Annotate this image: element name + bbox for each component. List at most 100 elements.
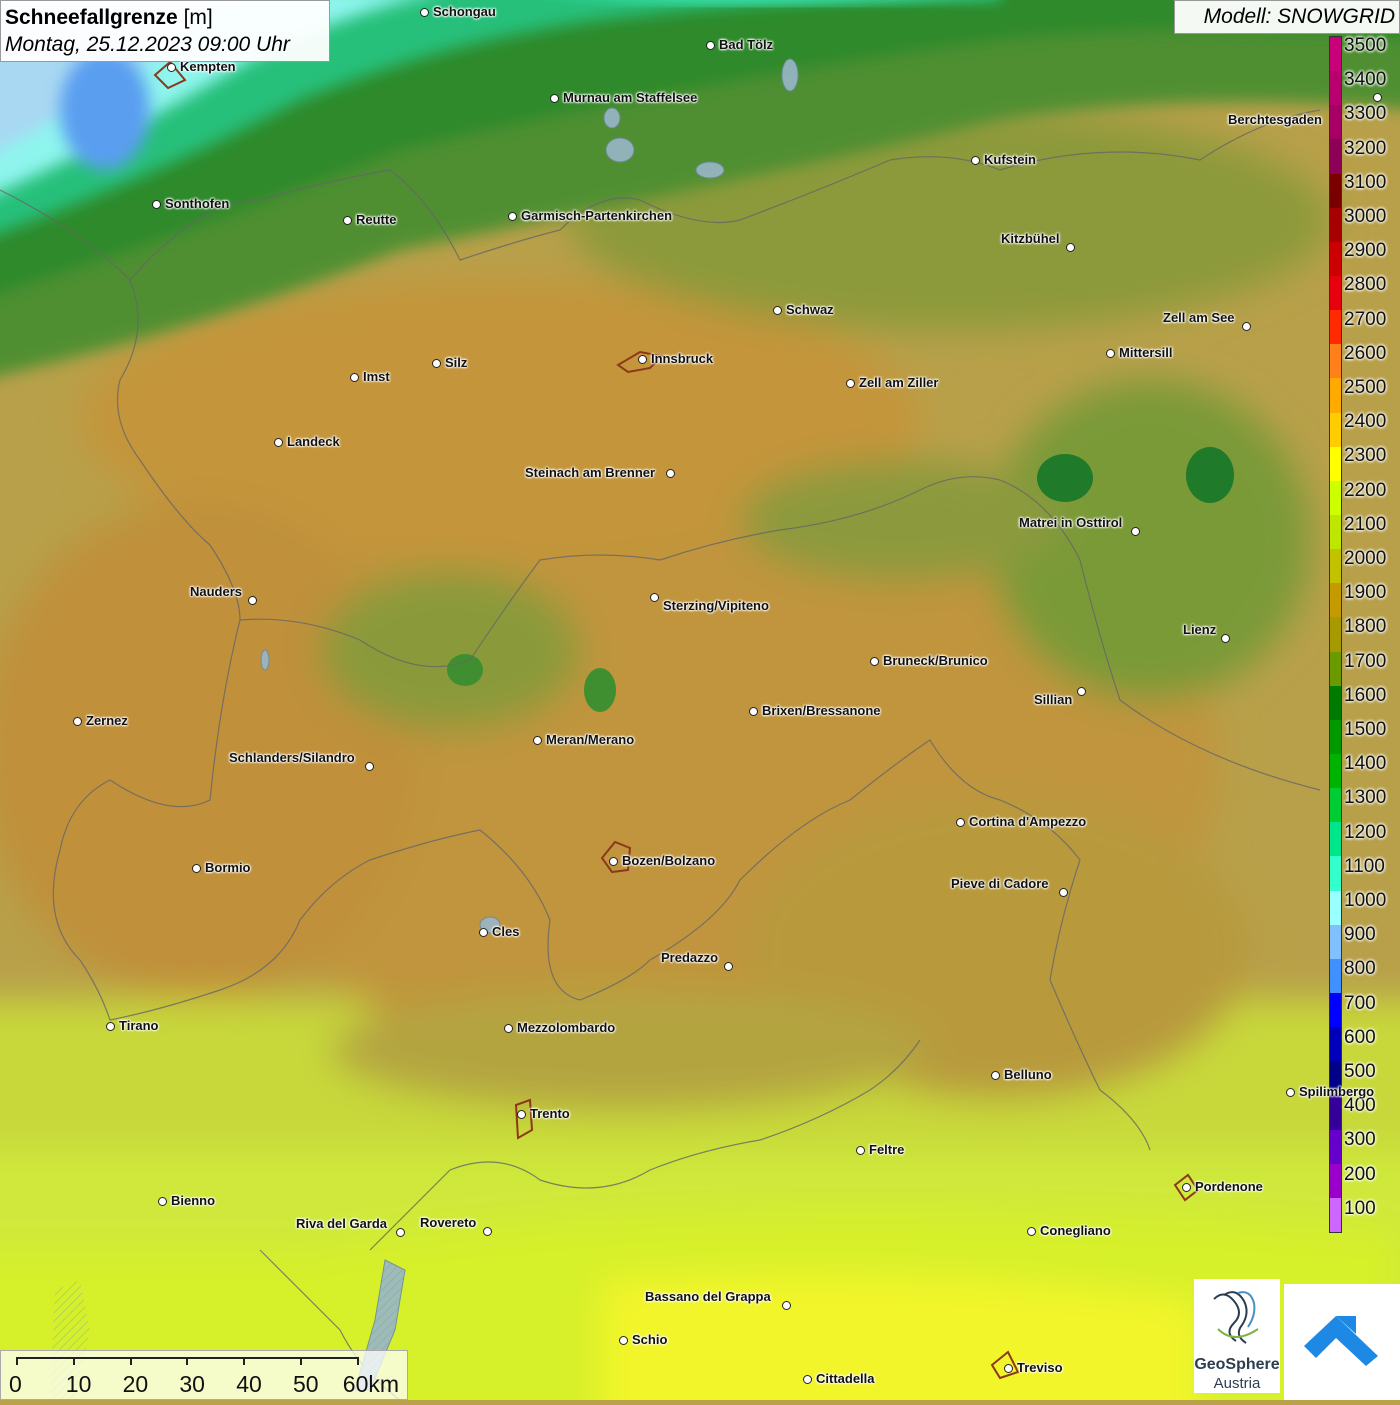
- city-marker[interactable]: [152, 200, 161, 209]
- city-marker[interactable]: [1004, 1364, 1013, 1373]
- city-marker[interactable]: [846, 379, 855, 388]
- legend-color-step: [1330, 617, 1341, 652]
- city-marker[interactable]: [365, 762, 374, 771]
- city-marker[interactable]: [350, 373, 359, 382]
- city-label: Sterzing/Vipiteno: [663, 598, 769, 613]
- city-label: Cittadella: [816, 1371, 875, 1386]
- city-marker[interactable]: [248, 596, 257, 605]
- city-label: Bormio: [205, 860, 251, 875]
- city-marker[interactable]: [856, 1146, 865, 1155]
- city-marker[interactable]: [479, 928, 488, 937]
- legend-color-step: [1330, 1095, 1341, 1130]
- city-marker[interactable]: [773, 306, 782, 315]
- legend-label: 1700: [1344, 650, 1387, 672]
- city-marker[interactable]: [1182, 1183, 1191, 1192]
- city-label: Garmisch-Partenkirchen: [521, 208, 673, 223]
- city-marker[interactable]: [782, 1301, 791, 1310]
- scale-label: 0: [9, 1371, 22, 1397]
- scale-bar: 0 10 20 30 40 50 60km: [0, 1350, 408, 1400]
- city-label: Brixen/Bressanone: [762, 703, 881, 718]
- city-marker[interactable]: [724, 962, 733, 971]
- legend-color-step: [1330, 651, 1341, 686]
- city-marker[interactable]: [73, 717, 82, 726]
- city-marker[interactable]: [167, 63, 176, 72]
- city-label: Schio: [632, 1332, 668, 1347]
- city-label: Predazzo: [661, 950, 719, 965]
- map-date: Montag, 25.12.2023 09:00 Uhr: [5, 33, 290, 56]
- model-label: Modell: SNOWGRID: [1174, 0, 1400, 34]
- city-label: Treviso: [1017, 1360, 1063, 1375]
- scale-tick: [16, 1357, 18, 1365]
- city-marker[interactable]: [274, 438, 283, 447]
- city-marker[interactable]: [666, 469, 675, 478]
- city-label: Mittersill: [1119, 345, 1173, 360]
- city-marker[interactable]: [1077, 687, 1086, 696]
- legend-color-bar: [1329, 36, 1342, 1233]
- city-label: Bad Tölz: [719, 37, 774, 52]
- legend-color-step: [1330, 514, 1341, 550]
- city-marker[interactable]: [550, 94, 559, 103]
- legend-color-step: [1330, 480, 1341, 515]
- legend-label: 600: [1344, 1026, 1376, 1048]
- app-logo[interactable]: [1284, 1284, 1400, 1400]
- scale-label: 30: [179, 1371, 205, 1397]
- city-marker[interactable]: [749, 707, 758, 716]
- city-marker[interactable]: [517, 1110, 526, 1119]
- city-marker[interactable]: [1106, 349, 1115, 358]
- city-marker[interactable]: [483, 1227, 492, 1236]
- city-marker[interactable]: [991, 1071, 1000, 1080]
- city-marker[interactable]: [1286, 1088, 1295, 1097]
- scale-tick: [72, 1357, 75, 1365]
- city-marker[interactable]: [1066, 243, 1075, 252]
- city-marker[interactable]: [803, 1375, 812, 1384]
- city-marker[interactable]: [619, 1336, 628, 1345]
- legend-color-step: [1330, 275, 1341, 311]
- city-label: Nauders: [190, 584, 243, 599]
- city-label: Bozen/Bolzano: [622, 853, 716, 868]
- city-label: Feltre: [869, 1142, 905, 1157]
- city-label: Kufstein: [984, 152, 1036, 167]
- city-marker[interactable]: [106, 1022, 115, 1031]
- legend-color-step: [1330, 924, 1341, 959]
- city-label: Innsbruck: [651, 351, 714, 366]
- city-label: Bassano del Grappa: [645, 1289, 771, 1304]
- city-marker[interactable]: [1131, 527, 1140, 536]
- city-marker[interactable]: [396, 1228, 405, 1237]
- city-label: Bruneck/Brunico: [883, 653, 988, 668]
- city-marker[interactable]: [706, 41, 715, 50]
- city-marker[interactable]: [1242, 322, 1251, 331]
- city-marker[interactable]: [192, 864, 201, 873]
- city-marker[interactable]: [343, 216, 352, 225]
- legend-label: 1600: [1344, 684, 1387, 706]
- legend-color-step: [1330, 685, 1341, 720]
- city-marker[interactable]: [638, 355, 647, 364]
- city-marker[interactable]: [870, 657, 879, 666]
- city-marker[interactable]: [609, 857, 618, 866]
- legend-color-step: [1330, 105, 1341, 140]
- city-label: Landeck: [287, 434, 340, 449]
- color-legend: 3500 3400 3300 3200 3100 3000 2900 2800 2700 2600…: [1329, 35, 1400, 1233]
- legend-label: 2000: [1344, 548, 1387, 569]
- city-marker[interactable]: [508, 212, 517, 221]
- city-marker[interactable]: [1059, 888, 1068, 897]
- city-label: Silz: [445, 355, 468, 370]
- city-marker[interactable]: [1027, 1227, 1036, 1236]
- legend-label: 300: [1344, 1129, 1376, 1151]
- city-label: Reutte: [356, 212, 397, 227]
- city-label: Schlanders/Silandro: [229, 750, 355, 765]
- city-label: Lienz: [1183, 622, 1217, 637]
- city-marker[interactable]: [420, 8, 429, 17]
- city-marker[interactable]: [650, 593, 659, 602]
- city-marker[interactable]: [1221, 634, 1230, 643]
- legend-label: 1400: [1344, 753, 1387, 775]
- city-marker[interactable]: [971, 156, 980, 165]
- city-marker[interactable]: [432, 359, 441, 368]
- legend-label: 1100: [1344, 855, 1385, 877]
- city-marker[interactable]: [1373, 93, 1382, 102]
- city-marker[interactable]: [533, 736, 542, 745]
- city-marker[interactable]: [504, 1024, 513, 1033]
- city-marker[interactable]: [158, 1197, 167, 1206]
- city-label: Tirano: [119, 1018, 159, 1033]
- geosphere-logo[interactable]: GeoSphere Austria: [1194, 1279, 1280, 1393]
- city-marker[interactable]: [956, 818, 965, 827]
